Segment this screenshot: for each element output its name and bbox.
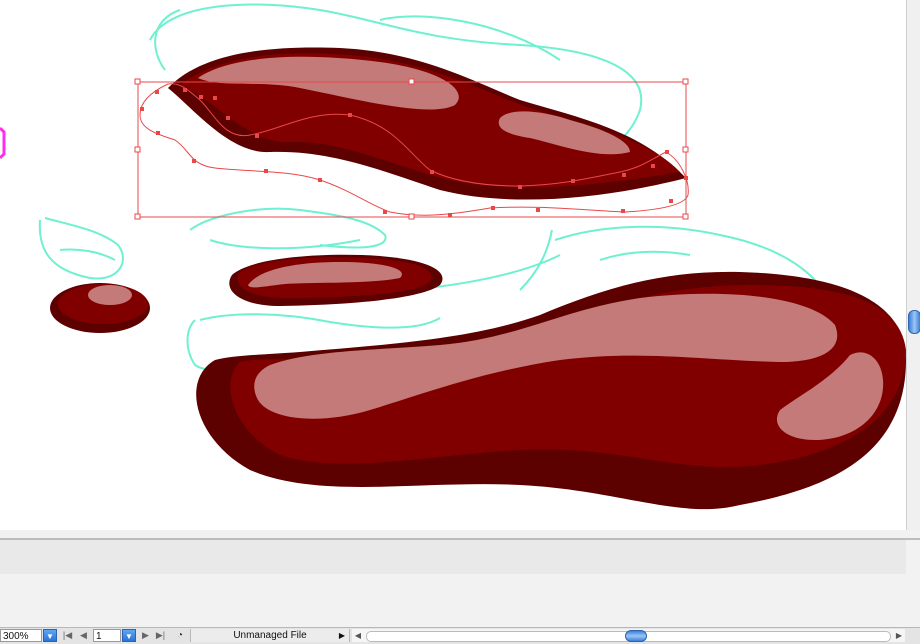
zoom-dropdown-chevron-down-icon[interactable]: ▼: [43, 629, 57, 642]
status-text[interactable]: Unmanaged File ▶: [190, 629, 350, 642]
last-page-icon[interactable]: ▶|: [155, 629, 166, 642]
horizontal-scrollbar[interactable]: ◀ ▶: [352, 629, 905, 642]
first-page-icon[interactable]: |◀: [62, 629, 73, 642]
status-bar: 300% ▼ |◀ ◀ 1 ▼ ▶ ▶| ◔ Unmanaged File ▶ …: [0, 627, 920, 644]
artwork: [0, 3, 906, 510]
prev-page-icon[interactable]: ◀: [78, 629, 89, 642]
vertical-scrollbar[interactable]: [906, 0, 920, 530]
top-blob[interactable]: [168, 47, 686, 200]
vertical-scroll-thumb[interactable]: [908, 310, 920, 334]
scroll-right-arrow-icon[interactable]: ▶: [894, 629, 904, 642]
page-field[interactable]: 1: [93, 629, 121, 642]
small-blob-left[interactable]: [50, 283, 150, 333]
pasteboard-area: [0, 530, 920, 627]
horizontal-scroll-thumb[interactable]: [625, 630, 647, 642]
small-blob-middle[interactable]: [229, 254, 443, 306]
scroll-left-arrow-icon[interactable]: ◀: [353, 629, 363, 642]
big-blob[interactable]: [196, 271, 906, 510]
artboard-canvas[interactable]: [0, 0, 906, 530]
zoom-field[interactable]: 300%: [0, 629, 42, 642]
page-dropdown-chevron-down-icon[interactable]: ▼: [122, 629, 136, 642]
status-label: Unmanaged File: [233, 630, 307, 641]
clock-icon[interactable]: ◔: [174, 629, 186, 642]
next-page-icon[interactable]: ▶: [140, 629, 151, 642]
status-menu-arrow-icon[interactable]: ▶: [339, 629, 345, 642]
pasteboard-band: [0, 540, 906, 574]
magenta-mark: [0, 126, 6, 160]
